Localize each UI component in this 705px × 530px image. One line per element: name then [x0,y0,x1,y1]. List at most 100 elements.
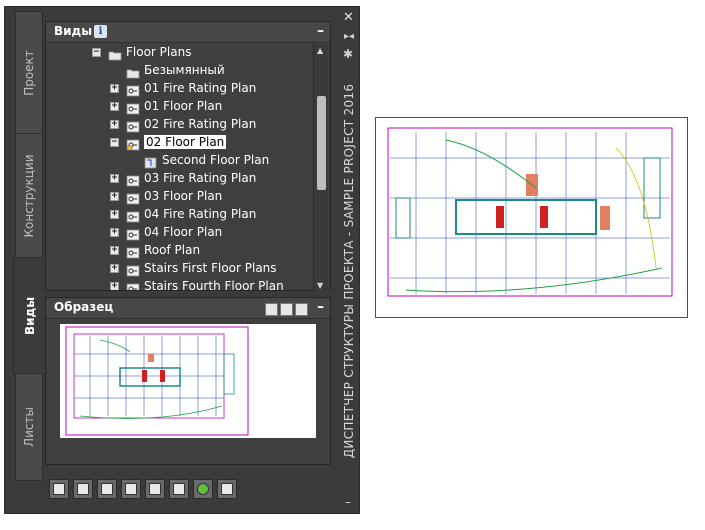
tree-item[interactable]: +03 Fire Rating Plan [46,170,314,188]
view-key-icon [126,280,140,290]
info-icon[interactable]: i [94,25,107,38]
folder-icon [126,64,140,79]
tree-item[interactable]: +01 Floor Plan [46,98,314,116]
tab-label: Проект [22,50,36,96]
floor-plan-view-icon [144,154,158,169]
collapse-panel-button[interactable]: – [317,23,324,39]
views-tree: − Floor Plans Безымянный +01 Fire Rating Pl… [46,44,314,290]
project-navigator-palette: Проект Конструкции Виды Листы Виды i – −… [4,6,360,514]
new-section-icon [77,483,89,495]
scrollbar-thumb[interactable] [317,96,326,190]
expand-icon[interactable]: + [110,264,119,273]
properties-icon [125,483,137,495]
pin-icon[interactable]: ▸◂ [344,31,354,42]
view-key-icon [126,82,140,97]
tree-item[interactable]: − 02 Floor Plan [46,134,314,152]
expand-icon[interactable]: + [110,102,119,111]
expand-icon[interactable]: + [110,282,119,290]
tree-item-label: 03 Fire Rating Plan [144,171,257,185]
palette-menu-icon[interactable]: – [345,495,351,509]
refresh-icon [197,483,209,495]
tree-item-label: 01 Fire Rating Plan [144,81,257,95]
tree-item-label: Roof Plan [144,243,201,257]
scroll-up-icon[interactable]: ▲ [317,46,323,55]
new-view-icon [53,483,65,495]
tab-label: Виды [22,296,37,336]
tree-item[interactable]: +03 Floor Plan [46,188,314,206]
zoom-preview-icon[interactable] [295,303,308,316]
tree-item-label: Безымянный [144,63,225,77]
add-section-button[interactable] [73,479,93,499]
tree-item-label: 04 Fire Rating Plan [144,207,257,221]
expand-icon[interactable]: + [110,246,119,255]
collapse-panel-button[interactable]: – [317,299,324,315]
tree-item[interactable]: Безымянный [46,62,314,80]
tree-item-label: 02 Floor Plan [144,135,227,149]
close-icon[interactable]: ✕ [343,10,354,25]
collapse-icon[interactable]: − [92,48,101,57]
tab-project[interactable]: Проект [15,11,43,135]
tree-item[interactable]: +02 Fire Rating Plan [46,116,314,134]
palette-title: ДИСПЕТЧЕР СТРУКТУРЫ ПРОЕКТА - SAMPLE PRO… [342,83,356,459]
sample-panel: Образец – [45,297,331,465]
tree-item[interactable]: + Stairs First Floor Plans [46,260,314,278]
tree-item-label: 02 Fire Rating Plan [144,117,257,131]
tab-label: Конструкции [22,154,36,238]
properties-button[interactable] [121,479,141,499]
tree-item-label: Stairs First Floor Plans [144,261,277,275]
views-panel-title: Виды [54,24,93,38]
repath-icon [221,483,233,495]
scroll-down-icon[interactable]: ▼ [317,281,323,290]
tree-item[interactable]: Second Floor Plan [46,152,314,170]
tree-item[interactable]: + Stairs Fourth Floor Plan [46,278,314,290]
tree-item[interactable]: + Roof Plan [46,242,314,260]
folder-open-icon [108,46,122,61]
navigator-bottom-toolbar [45,477,331,503]
tree-item-label: Floor Plans [126,45,192,59]
tab-label: Листы [22,407,36,447]
navigator-tabs: Проект Конструкции Виды Листы [9,7,49,513]
add-detail-button[interactable] [97,479,117,499]
tree-scrollbar[interactable]: ▲ ▼ [313,44,330,292]
palette-side-strip: ✕ ▸◂ ✱ ДИСПЕТЧЕР СТРУКТУРЫ ПРОЕКТА - SAM… [337,7,361,513]
expand-icon[interactable]: + [110,174,119,183]
tree-item-label: 01 Floor Plan [144,99,223,113]
tree-item-label: Stairs Fourth Floor Plan [144,279,284,290]
repath-button[interactable] [217,479,237,499]
tab-sheets[interactable]: Листы [15,373,43,481]
refresh-button[interactable] [193,479,213,499]
view-list-button[interactable] [169,479,189,499]
expand-icon[interactable]: + [110,192,119,201]
gear-icon[interactable]: ✱ [343,47,353,61]
tree-item[interactable]: +04 Fire Rating Plan [46,206,314,224]
views-panel: Виды i – − Floor Plans Безымянный +01 Fire … [45,21,331,292]
tree-item-label: 04 Floor Plan [144,225,223,239]
tree-item[interactable]: − Floor Plans [46,44,314,62]
regenerate-button[interactable] [145,479,165,499]
view-key-icon [126,226,140,241]
sample-panel-title: Образец [54,300,114,314]
view-key-icon [126,118,140,133]
tree-item[interactable]: +04 Floor Plan [46,224,314,242]
tab-constructs[interactable]: Конструкции [15,133,43,259]
views-panel-header: Виды i – [46,22,330,43]
tree-item-label: 03 Floor Plan [144,189,223,203]
expand-icon[interactable]: + [110,84,119,93]
expand-icon[interactable]: + [110,210,119,219]
sample-preview[interactable] [60,324,316,438]
view-key-icon [126,262,140,277]
list-icon [173,483,185,495]
view-key-lock-icon [126,136,140,151]
tab-views[interactable]: Виды [13,257,45,375]
collapse-icon[interactable]: − [110,138,119,147]
tree-item[interactable]: +01 Fire Rating Plan [46,80,314,98]
tree-item-label: Second Floor Plan [162,153,270,167]
expand-icon[interactable]: + [110,228,119,237]
view-key-icon [126,208,140,223]
new-detail-icon [101,483,113,495]
view-key-icon [126,100,140,115]
refresh-preview-icon[interactable] [265,303,278,316]
add-view-button[interactable] [49,479,69,499]
expand-icon[interactable]: + [110,120,119,129]
frame-preview-icon[interactable] [280,303,293,316]
